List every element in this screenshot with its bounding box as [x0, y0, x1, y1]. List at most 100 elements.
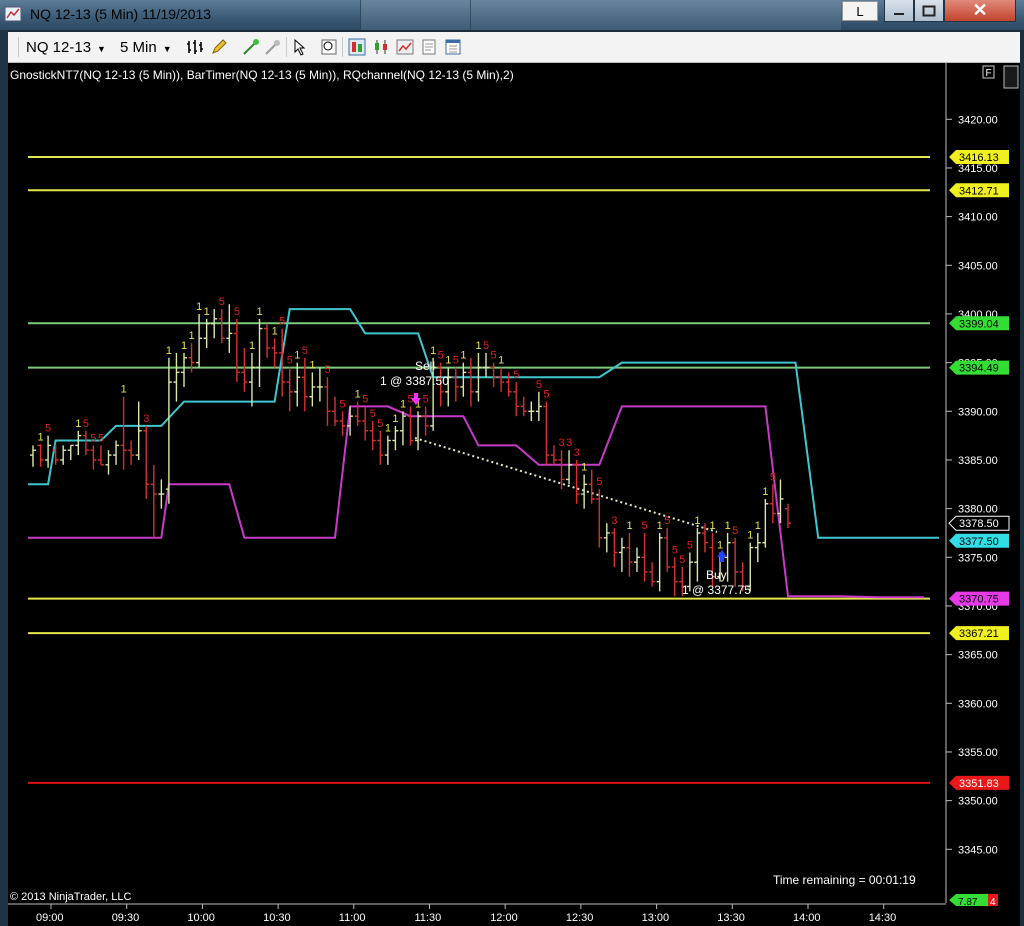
bar-count-label: 5: [340, 398, 346, 410]
bar-count-label: 1: [166, 345, 172, 357]
data-box-icon[interactable]: [444, 38, 462, 56]
indicator-label: GnostickNT7(NQ 12-13 (5 Min)), BarTimer(…: [10, 68, 514, 82]
bar-count-label: 1: [445, 355, 451, 367]
y-tick-label: 3420.00: [958, 114, 998, 126]
bar-count-label: 1: [249, 340, 255, 352]
period-selector[interactable]: 5 Min ▼: [120, 39, 172, 56]
bar-count-label: 1: [204, 306, 210, 318]
bar-count-label: 5: [370, 408, 376, 420]
bar-count-label: 5: [513, 369, 519, 381]
magenta-channel-line: [28, 405, 924, 599]
copyright: © 2013 NinjaTrader, LLC: [10, 891, 131, 903]
y-tick-label: 3380.00: [958, 504, 998, 516]
bar-count-label: 1: [121, 384, 127, 396]
bar-count-label: 1: [38, 431, 44, 443]
price-chart[interactable]: 15 1 55 5131 111 15511155 1 51 551 555 111 5 1 51 5 1 5 1…: [8, 63, 1020, 926]
bar-count-label: 1: [747, 530, 753, 542]
bar-count-label: 5: [596, 476, 602, 488]
bar-count-label: 3: [611, 515, 617, 527]
bar-count-label: 1: [181, 340, 187, 352]
f-button-label: F: [986, 68, 992, 79]
bar-count-label: 5: [679, 554, 685, 566]
bar-count-label: 5: [83, 418, 89, 430]
period-label: 5 Min: [120, 39, 157, 56]
bar-count-label: 5: [672, 544, 678, 556]
x-tick-label: 09:00: [36, 912, 64, 924]
indicators-icon[interactable]: [396, 38, 414, 56]
bar-count-label: 1: [272, 325, 278, 337]
x-tick-label: 12:30: [566, 912, 594, 924]
price-marker-label: 3370.75: [959, 594, 999, 606]
zoom-icon[interactable]: [320, 38, 338, 56]
price-markers: 3416.13 3412.71 3399.04 3394.49 3378.50 3377.…: [948, 149, 1010, 790]
chart-toolbar: NQ 12-13 ▼ 5 Min ▼: [8, 32, 1020, 63]
bar-labels: 15 1 55 5131 111 15511155 1 51 551 555 111 5 1 51 5 1 5 1…: [38, 296, 776, 566]
chart-icon: [4, 6, 22, 22]
price-marker-label: 3377.50: [959, 536, 999, 548]
y-tick-label: 3360.00: [958, 698, 998, 710]
chart-trader-icon[interactable]: [348, 38, 366, 56]
y-tick-label: 3415.00: [958, 163, 998, 175]
bar-count-label: 1: [294, 350, 300, 362]
f-button[interactable]: F: [982, 65, 995, 79]
bar-count-label: 3: [559, 437, 565, 449]
y-tick-label: 3350.00: [958, 796, 998, 808]
bar-count-label: 1: [755, 520, 761, 532]
price-marker-label: 3399.04: [959, 318, 999, 330]
x-tick-label: 11:30: [415, 912, 442, 924]
bar-count-label: 1: [694, 515, 700, 527]
bottom-badge: 7.87 4: [949, 894, 998, 908]
bar-count-label: 1: [189, 330, 195, 342]
bar-count-label: 1: [626, 520, 632, 532]
bar-count-label: 5: [287, 355, 293, 367]
y-tick-label: 3375.00: [958, 552, 998, 564]
bar-count-label: 1: [710, 520, 716, 532]
bar-count-label: 1: [257, 306, 263, 318]
instrument-selector[interactable]: NQ 12-13 ▼: [26, 39, 106, 56]
bar-style-icon[interactable]: [186, 38, 204, 56]
toolbar-separator: [18, 37, 19, 57]
bar-count-label: 1: [392, 413, 398, 425]
instrument-label: NQ 12-13: [26, 39, 92, 56]
bar-count-label: 1: [385, 423, 391, 435]
chart-panel[interactable]: 1515551311111551115515155155511151515151…: [8, 63, 1020, 926]
pencil-icon[interactable]: [210, 38, 228, 56]
bar-count-label: 1: [196, 301, 202, 313]
price-marker-label: 3394.49: [959, 363, 999, 375]
bar-count-label: 1: [657, 520, 663, 532]
bar-count-label: 5: [377, 418, 383, 430]
bar-count-label: 1: [309, 359, 315, 371]
candlestick-icon[interactable]: [372, 38, 390, 56]
bar-count-label: 3: [566, 437, 572, 449]
bar-count-label: 1: [581, 462, 587, 474]
bar-count-label: 3: [574, 447, 580, 459]
y-tick-label: 3345.00: [958, 844, 998, 856]
bar-count-label: 5: [438, 350, 444, 362]
cursor-icon[interactable]: [292, 38, 310, 56]
trade-connector: [414, 437, 718, 533]
y-tick-label: 3405.00: [958, 260, 998, 272]
bar-count-label: 5: [90, 432, 96, 444]
x-tick-label: 14:30: [869, 912, 897, 924]
chevron-down-icon: ▼: [162, 44, 172, 54]
buy-label: Buy: [706, 568, 727, 582]
x-tick-label: 11:00: [339, 912, 366, 924]
bar-count-label: 5: [324, 364, 330, 376]
maximize-button[interactable]: [914, 0, 944, 22]
drawing-tool-icon[interactable]: [242, 38, 260, 56]
pin-icon[interactable]: [264, 38, 282, 56]
close-button[interactable]: ✕: [944, 0, 1016, 22]
x-tick-label: 13:00: [642, 912, 670, 924]
minimize-button[interactable]: [884, 0, 914, 22]
maximize-icon: [922, 5, 936, 16]
bar-count-label: 1: [430, 345, 436, 357]
x-axis-ticks: 09:00 09:30 10:00 10:30 11:00 11:30 12:00 12:30…: [36, 904, 896, 924]
window-border: [0, 30, 8, 926]
bar-count-label: 5: [543, 389, 549, 401]
l-button[interactable]: L: [842, 1, 878, 21]
bar-count-label: 5: [423, 393, 429, 405]
properties-icon[interactable]: [420, 38, 438, 56]
scrollbar-thumb[interactable]: [1003, 65, 1019, 89]
price-marker-label: 3412.71: [959, 185, 999, 197]
bar-count-label: 1: [725, 520, 731, 532]
